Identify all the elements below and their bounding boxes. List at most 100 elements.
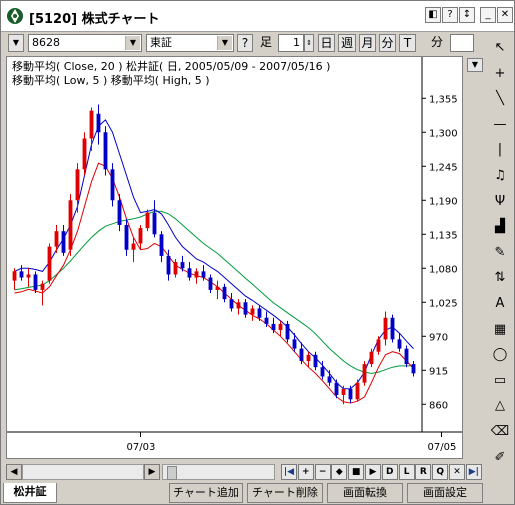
candle-body <box>159 234 164 256</box>
zoom-in-button[interactable]: + <box>297 464 314 480</box>
note-icon[interactable]: ✎ <box>489 242 511 264</box>
last-icon[interactable]: ▶| <box>465 464 482 480</box>
zoom-out-button[interactable]: − <box>314 464 331 480</box>
candle-body <box>19 271 24 278</box>
code-combo[interactable]: 8628 ▼ <box>28 34 142 52</box>
switch-screen-button[interactable]: 画面転換 <box>327 483 403 503</box>
ma-high5-line <box>14 119 414 390</box>
help-button[interactable]: ? <box>237 34 253 52</box>
zoom-slider[interactable] <box>162 464 275 480</box>
r-button[interactable]: R <box>415 464 432 480</box>
slider-thumb[interactable] <box>167 466 177 480</box>
cursor-icon[interactable]: ↖ <box>489 37 511 59</box>
candle-body <box>173 262 178 275</box>
candle-body <box>82 138 87 170</box>
scroll-right-icon[interactable]: ▶ <box>144 464 160 480</box>
help-icon[interactable]: ? <box>442 7 458 23</box>
y-tick-label: 1,135 <box>429 230 458 241</box>
candle-body <box>327 376 332 383</box>
chart-area[interactable]: 1,355 1,300 1,245 1,190 1,135 1,080 1,025 970 91… <box>6 56 463 459</box>
horizontal-scrollbar[interactable] <box>22 464 144 480</box>
candle-body <box>194 271 199 278</box>
l-button[interactable]: L <box>398 464 415 480</box>
app-icon <box>7 8 23 24</box>
candle-body <box>215 286 220 290</box>
hline-icon[interactable]: — <box>489 114 511 136</box>
play-icon[interactable]: ▶ <box>365 464 381 480</box>
daily-button[interactable]: 日 <box>318 34 335 52</box>
market-combo[interactable]: 東証 ▼ <box>146 34 234 52</box>
candle-body <box>404 348 409 365</box>
minute-input[interactable] <box>450 34 474 52</box>
eraser-icon[interactable]: ⌫ <box>489 421 511 443</box>
rectangle-icon[interactable]: ▭ <box>489 370 511 392</box>
y-tick-label: 970 <box>429 332 448 343</box>
window-title: [5120] 株式チャート <box>29 12 160 27</box>
candle-body <box>411 364 416 374</box>
delete-chart-button[interactable]: チャート削除 <box>247 483 323 503</box>
candle-body <box>236 302 241 309</box>
d-button[interactable]: D <box>381 464 398 480</box>
tab-bar: 松井証 チャート追加 チャート削除 画面転換 画面設定 <box>1 483 514 505</box>
candle-body <box>306 354 311 361</box>
triangle-icon[interactable]: △ <box>489 395 511 417</box>
crosshair-icon[interactable]: + <box>489 63 511 85</box>
minute-button[interactable]: 分 <box>379 34 396 52</box>
period-input[interactable]: 1 <box>278 34 304 52</box>
candle-body <box>243 302 248 315</box>
minimize-button[interactable]: _ <box>480 7 496 23</box>
y-tick-label: 1,245 <box>429 162 458 173</box>
candle-body <box>376 339 381 352</box>
ellipse-icon[interactable]: ◯ <box>489 344 511 366</box>
channel-icon[interactable]: ⇅ <box>489 267 511 289</box>
add-chart-button[interactable]: チャート追加 <box>169 483 243 503</box>
y-tick-label: 1,025 <box>429 298 458 309</box>
bar-icon[interactable]: ▟ <box>489 216 511 238</box>
candle-body <box>75 169 80 201</box>
candle-body <box>138 228 143 244</box>
title-bar: [5120] 株式チャート ◧ ? ↕ _ ✕ <box>1 1 514 32</box>
candle-body <box>229 299 234 309</box>
ma-close20-line <box>14 210 414 374</box>
weekly-button[interactable]: 週 <box>338 34 356 52</box>
restore-icon[interactable]: ◧ <box>425 7 441 23</box>
pan-icon[interactable]: ◆ <box>331 464 348 480</box>
close-button[interactable]: ✕ <box>497 7 513 23</box>
candle-body <box>362 364 367 383</box>
bell-icon[interactable]: ♫ <box>489 165 511 187</box>
candle-body <box>355 382 360 400</box>
chevron-down-icon[interactable]: ▼ <box>125 36 140 50</box>
menu-dropdown[interactable]: ▼ <box>8 34 24 52</box>
candle-body <box>47 246 52 281</box>
y-tick-label: 860 <box>429 400 448 411</box>
table-icon[interactable]: ▦ <box>489 319 511 341</box>
stop-icon[interactable]: ■ <box>348 464 365 480</box>
monthly-button[interactable]: 月 <box>359 34 376 52</box>
candle-body <box>383 317 388 340</box>
vline-icon[interactable]: | <box>489 139 511 161</box>
trendline-icon[interactable]: ╲ <box>489 88 511 110</box>
fork-icon[interactable]: Ψ <box>489 191 511 213</box>
candle-body <box>110 169 115 201</box>
spin-icon[interactable]: ⇕ <box>304 34 314 52</box>
chart-window: [5120] 株式チャート ◧ ? ↕ _ ✕ ▼ 8628 ▼ 東証 ▼ ? … <box>0 0 515 505</box>
first-icon[interactable]: |◀ <box>281 464 297 480</box>
candle-body <box>152 212 157 235</box>
chevron-down-icon[interactable]: ▼ <box>217 36 232 50</box>
tab-matsui[interactable]: 松井証 <box>3 483 57 503</box>
candle-body <box>124 225 129 250</box>
pin-icon[interactable]: ↕ <box>459 7 475 23</box>
scroll-left-icon[interactable]: ◀ <box>6 464 22 480</box>
tick-button[interactable]: T <box>399 34 416 52</box>
candle-body <box>222 286 227 300</box>
y-tick-label: 915 <box>429 366 448 377</box>
chart-menu-dropdown[interactable]: ▼ <box>467 58 483 72</box>
candle-body <box>117 200 122 225</box>
y-tick-label: 1,080 <box>429 264 458 275</box>
q-button[interactable]: Q <box>432 464 449 480</box>
close-icon[interactable]: ✕ <box>449 464 465 480</box>
text-icon[interactable]: A <box>489 293 511 315</box>
candle-body <box>390 317 395 340</box>
screen-settings-button[interactable]: 画面設定 <box>407 483 483 503</box>
candle-body <box>334 382 339 395</box>
